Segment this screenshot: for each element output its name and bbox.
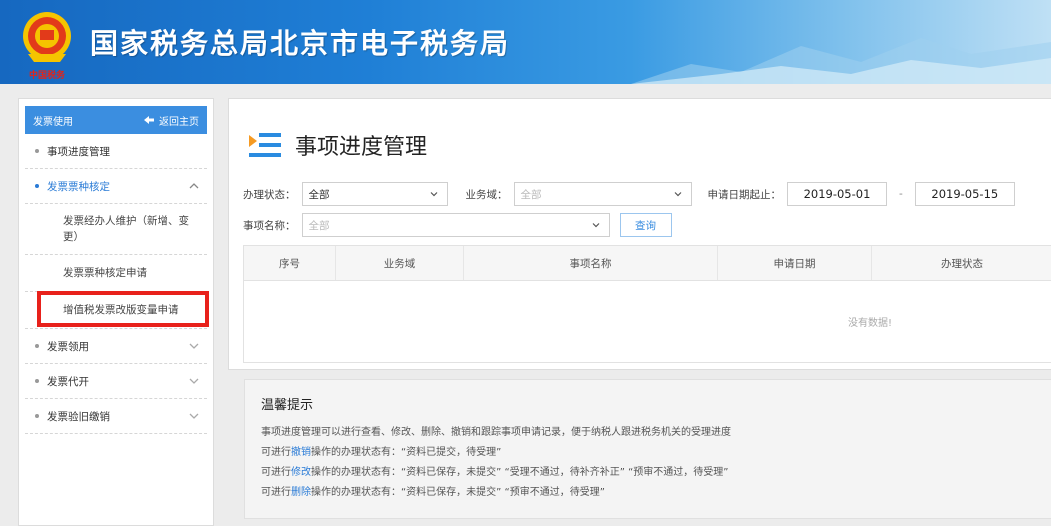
filter-row-1: 办理状态： 全部 业务域： 全部 申请日期起止： 2019-05-01 - 20… [243,182,1015,206]
chevron-down-icon[interactable] [187,374,201,388]
site-title: 国家税务总局北京市电子税务局 [90,27,511,60]
date-from-input[interactable]: 2019-05-01 [787,182,887,206]
sidebar-item-label: 发票票种核定 [47,180,110,193]
empty-state-text: 没有数据! [848,318,893,329]
caret-down-icon [430,192,437,197]
item-name-select[interactable]: 全部 [301,213,610,237]
tips-line: 可进行撤销操作的办理状态有：“资料已提交，待受理” [261,443,1051,463]
tips-line: 可进行修改操作的办理状态有：“资料已保存，未提交” “受理不通过，待补齐补正” … [261,463,1051,483]
list-title-icon [249,133,281,157]
chevron-down-icon[interactable] [187,339,201,353]
back-home-link[interactable]: 返回主页 [143,113,199,128]
sidebar-item-label: 发票代开 [47,375,89,388]
chevron-down-icon[interactable] [187,409,201,423]
tips-text: 可进行 [261,467,291,478]
tips-panel: 温馨提示 事项进度管理可以进行查看、修改、删除、撤销和跟踪事项申请记录，便于纳税… [244,379,1051,519]
query-button[interactable]: 查询 [619,213,672,237]
domain-label: 业务域： [465,188,508,201]
back-home-label: 返回主页 [159,116,199,128]
back-arrow-icon [144,116,154,124]
item-name-placeholder: 全部 [308,219,330,232]
date-range-label: 申请日期起止： [707,188,782,201]
col-header-status: 办理状态 [941,257,983,270]
tips-keyword-delete: 删除 [291,487,311,498]
sidebar-item-label: 事项进度管理 [47,145,110,158]
bullet-icon [35,379,39,383]
caret-down-icon [674,192,681,197]
caret-down-icon [592,223,599,228]
item-name-label: 事项名称： [243,219,296,232]
bullet-icon [35,184,39,188]
sidebar-item-ticket-type[interactable]: 发票票种核定 [25,169,207,204]
tips-keyword-modify: 修改 [291,467,311,478]
status-label: 办理状态： [243,188,296,201]
tips-keyword-revoke: 撤销 [291,447,311,458]
status-select[interactable]: 全部 [301,182,448,206]
sidebar-item-proxy[interactable]: 发票代开 [25,364,207,399]
filter-row-2: 事项名称： 全部 查询 [243,213,672,237]
mountain-decoration [631,38,1051,84]
highlight-box [37,291,209,327]
submenu-item-handler[interactable]: 发票经办人维护（新增、变更） [25,204,207,255]
col-header-apply-date: 申请日期 [718,246,872,280]
submenu-item-label: 发票票种核定申请 [63,267,147,279]
page-title: 事项进度管理 [249,129,427,161]
sidebar-section-title: 发票使用 [33,116,73,128]
status-value: 全部 [308,188,330,201]
bullet-icon [35,344,39,348]
tips-text: 操作的办理状态有：“资料已提交，待受理” [311,447,502,458]
results-table: 序号 业务域 事项名称 申请日期 办理状态 没有数据! [243,245,1051,363]
sidebar-menu: 事项进度管理 发票票种核定 发票经办人维护（新增、变更） 发票票种核定申请 增值… [19,134,213,434]
sidebar-item-receive[interactable]: 发票领用 [25,329,207,364]
site-header: 中国税务 国家税务总局北京市电子税务局 [0,0,1051,84]
page-title-text: 事项进度管理 [295,135,428,160]
tips-text: 可进行 [261,447,291,458]
tips-line: 事项进度管理可以进行查看、修改、删除、撤销和跟踪事项申请记录，便于纳税人跟进税务… [261,427,731,438]
sidebar-header: 发票使用 返回主页 [25,106,207,134]
tips-line: 可进行删除操作的办理状态有：“资料已保存，未提交” “预审不通过，待受理” [261,483,1051,503]
sidebar-item-label: 发票验旧缴销 [47,410,110,423]
col-header-index: 序号 [244,246,336,280]
col-header-item-name: 事项名称 [464,246,718,280]
domain-placeholder: 全部 [520,188,542,201]
tips-text: 操作的办理状态有：“资料已保存，未提交” “预审不通过，待受理” [311,487,605,498]
date-separator: - [899,188,903,200]
sidebar-item-progress[interactable]: 事项进度管理 [25,134,207,169]
submenu-item-ticket-apply[interactable]: 发票票种核定申请 [25,255,207,292]
bullet-icon [35,414,39,418]
date-to-input[interactable]: 2019-05-15 [914,182,1015,206]
submenu-item-label: 发票经办人维护（新增、变更） [63,215,189,243]
domain-select[interactable]: 全部 [513,182,692,206]
main-panel: 事项进度管理 办理状态： 全部 业务域： 全部 申请日期起止： 2019-05-… [228,98,1051,370]
col-header-domain: 业务域 [336,246,464,280]
sidebar-item-label: 发票领用 [47,340,89,353]
tips-title: 温馨提示 [261,398,314,413]
emblem-caption: 中国税务 [28,71,65,81]
table-header: 序号 业务域 事项名称 申请日期 办理状态 [244,246,1051,281]
tips-text: 可进行 [261,487,291,498]
tips-text: 操作的办理状态有：“资料已保存，未提交” “受理不通过，待补齐补正” “预审不通… [311,467,729,478]
tax-emblem-icon [23,12,71,62]
chevron-up-icon[interactable] [187,179,201,193]
bullet-icon [35,149,39,153]
sidebar-item-verify-cancel[interactable]: 发票验旧缴销 [25,399,207,434]
